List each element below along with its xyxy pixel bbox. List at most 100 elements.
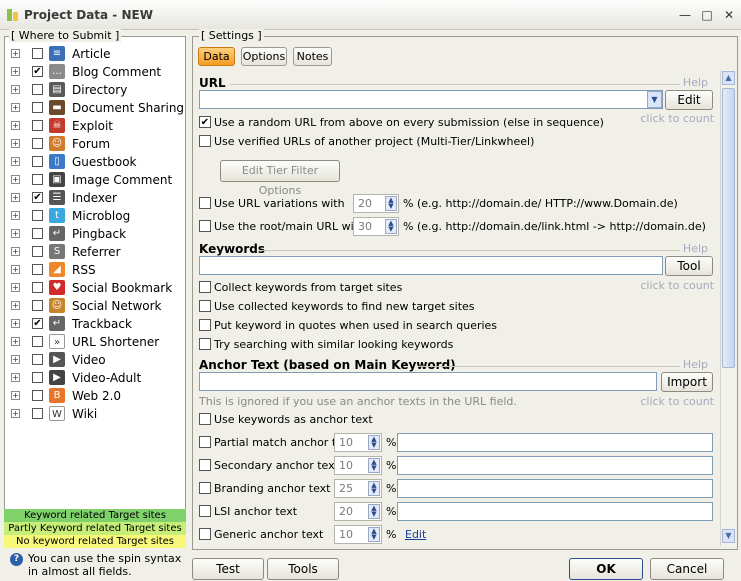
spinner-arrows-icon[interactable]: ▲ ▼: [385, 196, 397, 211]
engine-item-microblog[interactable]: + t Microblog: [9, 207, 185, 225]
anchor-click-to-count[interactable]: click to count: [640, 395, 714, 408]
engine-item-social-bookmark[interactable]: + ♥ Social Bookmark: [9, 279, 185, 297]
url-help-link[interactable]: Help: [683, 76, 708, 89]
anchor-row-spinner[interactable]: 10 ▲ ▼: [334, 525, 382, 544]
engine-checkbox[interactable]: [32, 246, 43, 257]
expand-icon[interactable]: +: [11, 373, 20, 382]
url-variations-spinner[interactable]: 20 ▲ ▼: [353, 194, 399, 213]
tab-data[interactable]: Data: [198, 47, 235, 66]
engine-checkbox[interactable]: [32, 372, 43, 383]
expand-icon[interactable]: +: [11, 103, 20, 112]
expand-icon[interactable]: +: [11, 265, 20, 274]
anchor-import-button[interactable]: Import: [661, 372, 713, 392]
expand-icon[interactable]: +: [11, 49, 20, 58]
expand-icon[interactable]: +: [11, 157, 20, 166]
tab-notes[interactable]: Notes: [293, 47, 332, 66]
expand-icon[interactable]: +: [11, 319, 20, 328]
anchor-row-checkbox[interactable]: [199, 482, 211, 494]
verified-urls-checkbox[interactable]: [199, 135, 211, 147]
url-click-to-count[interactable]: click to count: [640, 112, 714, 125]
generic-anchor-edit-link[interactable]: Edit: [405, 528, 426, 541]
engine-checkbox[interactable]: [32, 156, 43, 167]
engine-checkbox[interactable]: [32, 174, 43, 185]
maximize-icon[interactable]: □: [700, 8, 714, 22]
expand-icon[interactable]: +: [11, 355, 20, 364]
anchor-row-spinner[interactable]: 10 ▲ ▼: [334, 456, 382, 475]
engine-checkbox[interactable]: [32, 48, 43, 59]
anchor-row-spinner[interactable]: 20 ▲ ▼: [334, 502, 382, 521]
url-edit-button[interactable]: Edit: [665, 90, 713, 110]
engine-item-directory[interactable]: + ▤ Directory: [9, 81, 185, 99]
engine-item-exploit[interactable]: + ☠ Exploit: [9, 117, 185, 135]
expand-icon[interactable]: +: [11, 247, 20, 256]
expand-icon[interactable]: +: [11, 409, 20, 418]
engine-checkbox[interactable]: [32, 390, 43, 401]
anchor-row-checkbox[interactable]: [199, 505, 211, 517]
engine-checkbox[interactable]: [32, 354, 43, 365]
expand-icon[interactable]: +: [11, 229, 20, 238]
minimize-icon[interactable]: —: [678, 8, 692, 22]
collect-keywords-checkbox[interactable]: [199, 281, 211, 293]
spinner-arrows-icon[interactable]: ▲ ▼: [368, 458, 380, 473]
url-input[interactable]: [199, 90, 663, 109]
engine-item-blog-comment[interactable]: + ✔ … Blog Comment: [9, 63, 185, 81]
engine-item-indexer[interactable]: + ✔ ☰ Indexer: [9, 189, 185, 207]
engine-item-guestbook[interactable]: + ▯ Guestbook: [9, 153, 185, 171]
engine-item-trackback[interactable]: + ✔ ↵ Trackback: [9, 315, 185, 333]
anchor-row-input[interactable]: [397, 433, 713, 452]
expand-icon[interactable]: +: [11, 337, 20, 346]
engine-item-web-2-0[interactable]: + B Web 2.0: [9, 387, 185, 405]
engine-item-image-comment[interactable]: + ▣ Image Comment: [9, 171, 185, 189]
spinner-arrows-icon[interactable]: ▲ ▼: [368, 527, 380, 542]
similar-keywords-checkbox[interactable]: [199, 338, 211, 350]
use-collected-keywords-checkbox[interactable]: [199, 300, 211, 312]
engine-item-pingback[interactable]: + ↵ Pingback: [9, 225, 185, 243]
scrollbar-thumb[interactable]: [722, 88, 735, 368]
spinner-arrows-icon[interactable]: ▲ ▼: [368, 504, 380, 519]
keywords-help-link[interactable]: Help: [683, 242, 708, 255]
scroll-down-icon[interactable]: ▼: [722, 529, 735, 543]
anchor-row-checkbox[interactable]: [199, 436, 211, 448]
anchor-row-input[interactable]: [397, 502, 713, 521]
expand-icon[interactable]: +: [11, 139, 20, 148]
random-url-checkbox[interactable]: ✔: [199, 116, 211, 128]
engine-checkbox[interactable]: [32, 210, 43, 221]
anchor-row-checkbox[interactable]: [199, 528, 211, 540]
engine-checkbox[interactable]: [32, 282, 43, 293]
keywords-input[interactable]: [199, 256, 663, 275]
expand-icon[interactable]: +: [11, 283, 20, 292]
close-icon[interactable]: ✕: [722, 8, 736, 22]
expand-icon[interactable]: +: [11, 85, 20, 94]
spinner-arrows-icon[interactable]: ▲ ▼: [368, 481, 380, 496]
settings-scrollbar[interactable]: ▲ ▼: [720, 70, 735, 546]
expand-icon[interactable]: +: [11, 301, 20, 310]
engine-item-wiki[interactable]: + W Wiki: [9, 405, 185, 423]
expand-icon[interactable]: +: [11, 175, 20, 184]
engine-checkbox[interactable]: [32, 120, 43, 131]
tools-button[interactable]: Tools: [267, 558, 339, 580]
keywords-as-anchor-checkbox[interactable]: [199, 413, 211, 425]
engine-checkbox[interactable]: [32, 336, 43, 347]
keyword-quotes-checkbox[interactable]: [199, 319, 211, 331]
url-variations-checkbox[interactable]: [199, 197, 211, 209]
expand-icon[interactable]: +: [11, 391, 20, 400]
engine-item-social-network[interactable]: + ☺ Social Network: [9, 297, 185, 315]
anchor-row-input[interactable]: [397, 479, 713, 498]
engine-checkbox[interactable]: [32, 102, 43, 113]
engine-item-video[interactable]: + ▶ Video: [9, 351, 185, 369]
engine-item-referrer[interactable]: + S Referrer: [9, 243, 185, 261]
anchor-row-spinner[interactable]: 10 ▲ ▼: [334, 433, 382, 452]
ok-button[interactable]: OK: [569, 558, 643, 580]
engine-item-article[interactable]: + ≡ Article: [9, 45, 185, 63]
engine-checkbox[interactable]: ✔: [32, 192, 43, 203]
engine-item-document-sharing[interactable]: + ▬ Document Sharing: [9, 99, 185, 117]
edit-tier-filter-button[interactable]: Edit Tier Filter Options: [220, 160, 340, 197]
keywords-tool-button[interactable]: Tool: [665, 256, 713, 276]
url-dropdown-chevron-down-icon[interactable]: ▼: [647, 91, 662, 108]
engine-item-video-adult[interactable]: + ▶ Video-Adult: [9, 369, 185, 387]
spinner-arrows-icon[interactable]: ▲ ▼: [368, 435, 380, 450]
spinner-arrows-icon[interactable]: ▲ ▼: [385, 219, 397, 234]
scroll-up-icon[interactable]: ▲: [722, 71, 735, 85]
anchor-row-input[interactable]: [397, 456, 713, 475]
anchor-row-spinner[interactable]: 25 ▲ ▼: [334, 479, 382, 498]
